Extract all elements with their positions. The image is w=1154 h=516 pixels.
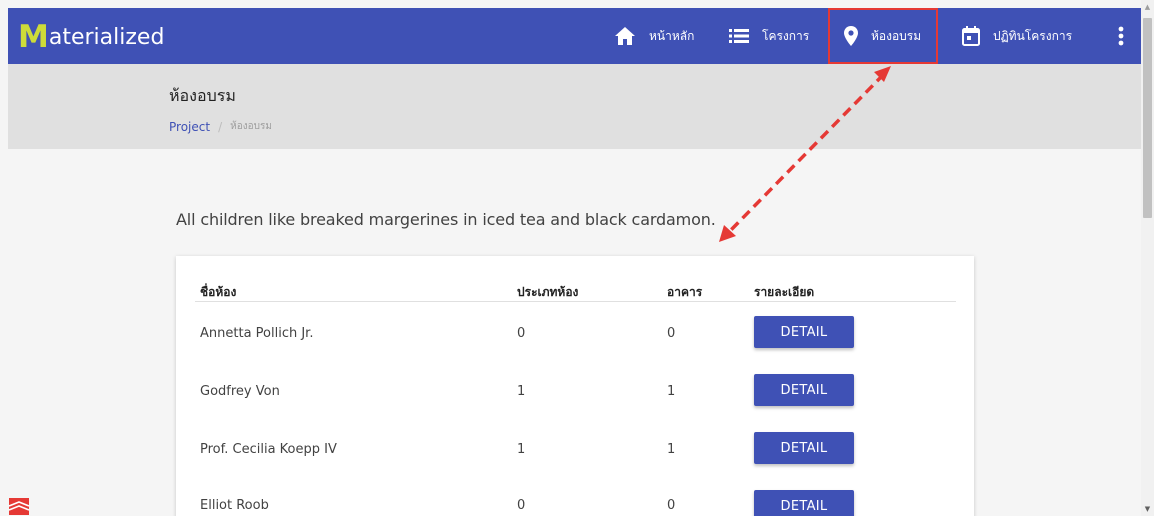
- more-vert-icon: [1118, 26, 1124, 46]
- column-header-room-name: ชื่อห้อง: [200, 285, 237, 299]
- table-row: Prof. Cecilia Koepp IV 1 1 DETAIL: [0, 418, 1154, 476]
- cell-room-name: Prof. Cecilia Koepp IV: [200, 442, 337, 457]
- brand-initial: M: [18, 19, 49, 55]
- cell-room-name: Elliot Roob: [200, 498, 269, 513]
- table-row: Annetta Pollich Jr. 0 0 DETAIL: [0, 302, 1154, 360]
- scroll-up-arrow-icon[interactable]: ▲: [1142, 2, 1153, 12]
- column-header-building: อาคาร: [667, 285, 703, 299]
- detail-button[interactable]: DETAIL: [754, 432, 854, 464]
- nav-item-label: ห้องอบรม: [871, 28, 922, 43]
- nav-item-label: ปฏิทินโครงการ: [993, 28, 1073, 43]
- calendar-icon: [962, 26, 980, 46]
- detail-button[interactable]: DETAIL: [754, 490, 854, 516]
- top-navbar: Materialized หน้าหลัก โครงการ ห้องอบรม ป…: [8, 8, 1141, 64]
- nav-item-home[interactable]: หน้าหลัก: [614, 8, 694, 64]
- cell-building: 1: [667, 442, 676, 457]
- list-icon: [729, 29, 749, 43]
- cell-building: 0: [667, 498, 676, 513]
- brand-logo[interactable]: Materialized: [18, 18, 164, 54]
- cell-room-type: 0: [517, 326, 526, 341]
- table-row: Godfrey Von 1 1 DETAIL: [0, 360, 1154, 418]
- nav-item-projects[interactable]: โครงการ: [729, 8, 809, 64]
- scrollbar-thumb[interactable]: [1143, 18, 1152, 218]
- cell-room-type: 0: [517, 498, 526, 513]
- page-description: All children like breaked margerines in …: [176, 210, 716, 229]
- cell-room-type: 1: [517, 442, 526, 457]
- column-header-details: รายละเอียด: [754, 285, 815, 299]
- cell-room-name: Godfrey Von: [200, 384, 280, 399]
- place-icon: [844, 26, 858, 46]
- nav-item-project-calendar[interactable]: ปฏิทินโครงการ: [962, 8, 1072, 64]
- more-menu-button[interactable]: [1106, 8, 1136, 64]
- cell-building: 1: [667, 384, 676, 399]
- cell-building: 0: [667, 326, 676, 341]
- extension-badge-icon[interactable]: [6, 496, 32, 516]
- table-row: Elliot Roob 0 0 DETAIL: [0, 476, 1154, 516]
- page-title: ห้องอบรม: [169, 86, 236, 105]
- nav-item-label: โครงการ: [762, 28, 810, 43]
- nav-item-label: หน้าหลัก: [649, 28, 695, 43]
- column-header-room-type: ประเภทห้อง: [517, 285, 579, 299]
- breadcrumb: Project / ห้องอบรม: [169, 119, 272, 134]
- detail-button[interactable]: DETAIL: [754, 316, 854, 348]
- detail-button[interactable]: DETAIL: [754, 374, 854, 406]
- home-icon: [615, 27, 635, 45]
- vertical-scrollbar[interactable]: ▲ ▼: [1141, 0, 1154, 516]
- brand-name: aterialized: [48, 25, 165, 50]
- nav-item-training-rooms[interactable]: ห้องอบรม: [828, 8, 938, 64]
- cell-room-type: 1: [517, 384, 526, 399]
- breadcrumb-current: ห้องอบรม: [230, 121, 272, 132]
- breadcrumb-separator: /: [218, 119, 223, 134]
- cell-room-name: Annetta Pollich Jr.: [200, 326, 314, 341]
- scroll-down-arrow-icon[interactable]: ▼: [1142, 504, 1153, 514]
- breadcrumb-link-project[interactable]: Project: [169, 120, 210, 134]
